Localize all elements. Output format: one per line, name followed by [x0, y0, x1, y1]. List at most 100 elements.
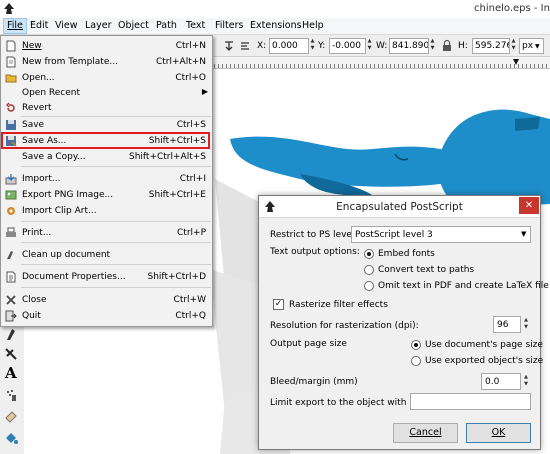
- resolution-field[interactable]: 96: [493, 316, 521, 333]
- menu-item-label: New: [22, 41, 42, 51]
- menu-item-export-png[interactable]: Export PNG Image... Shift+Ctrl+E: [1, 188, 212, 202]
- menu-item-label: Import...: [22, 174, 61, 184]
- chevron-down-icon[interactable]: ▼: [535, 43, 540, 50]
- menu-item-new[interactable]: New Ctrl+N: [1, 39, 212, 53]
- menu-item-label: Save a Copy...: [22, 152, 86, 162]
- menu-bar: File Edit View Layer Object Path Text Fi…: [0, 18, 550, 35]
- menu-item-label: Quit: [22, 311, 41, 321]
- new-document-icon: [6, 40, 16, 52]
- y-spinner[interactable]: ▲ ▼: [366, 38, 373, 54]
- h-field[interactable]: 595.276: [472, 38, 510, 54]
- chevron-down-icon[interactable]: ▼: [521, 230, 526, 238]
- import-icon: [5, 174, 17, 185]
- menu-item-shortcut: Ctrl+Alt+N: [155, 57, 206, 67]
- menu-layer[interactable]: Layer: [85, 20, 112, 31]
- menu-help[interactable]: Help: [302, 20, 324, 31]
- menu-item-import[interactable]: Import... Ctrl+I: [1, 172, 212, 186]
- menu-item-label: Print...: [22, 228, 52, 238]
- rasterize-filter-label: Rasterize filter effects: [289, 300, 388, 310]
- menu-separator: [21, 116, 211, 117]
- menu-item-shortcut: Ctrl+N: [175, 41, 206, 51]
- calligraphy-tool-icon[interactable]: [3, 326, 19, 342]
- submenu-arrow-icon: ▶: [201, 87, 208, 96]
- menu-separator: [21, 242, 211, 243]
- w-spinner[interactable]: ▲ ▼: [429, 38, 436, 54]
- omit-text-radio[interactable]: [364, 281, 374, 291]
- menu-item-open-recent[interactable]: Open Recent ▶: [1, 86, 212, 100]
- bleed-margin-field[interactable]: 0.0: [481, 373, 521, 390]
- print-icon: [6, 227, 16, 237]
- menu-view[interactable]: View: [55, 20, 78, 31]
- convert-text-label: Convert text to paths: [378, 265, 475, 275]
- menu-item-save-a-copy[interactable]: Save a Copy... Shift+Ctrl+Alt+S: [1, 150, 212, 164]
- file-menu: New Ctrl+N New from Template... Ctrl+Alt…: [0, 35, 213, 327]
- menu-item-label: Document Properties...: [22, 272, 126, 282]
- menu-separator: [21, 287, 211, 288]
- dialog-title: Encapsulated PostScript: [336, 201, 463, 213]
- object-id-field[interactable]: [410, 393, 531, 410]
- menu-item-print[interactable]: Print... Ctrl+P: [1, 226, 212, 240]
- menu-item-new-from-template[interactable]: New from Template... Ctrl+Alt+N: [1, 55, 212, 69]
- menu-item-shortcut: Ctrl+S: [176, 120, 206, 130]
- use-document-page-size-radio[interactable]: [411, 340, 421, 350]
- lower-to-bottom-icon[interactable]: [222, 39, 236, 53]
- x-spinner[interactable]: ▲ ▼: [309, 38, 316, 54]
- menu-text[interactable]: Text: [186, 20, 205, 31]
- pen-tool-icon[interactable]: [3, 346, 19, 362]
- menu-extensions[interactable]: Extensions: [250, 20, 302, 31]
- menu-item-quit[interactable]: Quit Ctrl+Q: [1, 309, 212, 323]
- menu-item-label: Revert: [22, 103, 52, 113]
- save-as-highlight-box: [1, 132, 210, 149]
- paint-bucket-icon[interactable]: [3, 430, 19, 446]
- toolbox: A: [0, 314, 24, 454]
- menu-item-save[interactable]: Save Ctrl+S: [1, 118, 212, 132]
- document-properties-icon: [6, 271, 16, 283]
- menu-item-shortcut: Ctrl+O: [175, 73, 206, 83]
- menu-object[interactable]: Object: [118, 20, 149, 31]
- bleed-margin-spinner[interactable]: ▲ ▼: [522, 374, 530, 389]
- spray-tool-icon[interactable]: [3, 387, 19, 403]
- dialog-close-button[interactable]: ✕: [519, 197, 539, 214]
- bleed-margin-label: Bleed/margin (mm): [270, 377, 358, 387]
- use-document-page-size-label: Use document's page size: [425, 340, 543, 350]
- cancel-button[interactable]: Cancel: [393, 423, 458, 443]
- omit-text-label: Omit text in PDF and create LaTeX file: [378, 281, 549, 291]
- menu-item-document-properties[interactable]: Document Properties... Shift+Ctrl+D: [1, 270, 212, 284]
- inkscape-logo-icon: [4, 3, 14, 14]
- convert-text-radio[interactable]: [364, 265, 374, 275]
- resolution-spinner[interactable]: ▲ ▼: [522, 317, 530, 332]
- lock-icon[interactable]: [440, 39, 454, 53]
- rasterize-filter-checkbox[interactable]: ✓: [273, 299, 284, 310]
- menu-item-import-clip-art[interactable]: Import Clip Art...: [1, 204, 212, 218]
- menu-item-clean-up-document[interactable]: Clean up document: [1, 248, 212, 262]
- dialog-title-bar: Encapsulated PostScript ✕: [259, 196, 540, 218]
- clean-up-icon: [7, 251, 13, 259]
- unit-select[interactable]: px: [519, 38, 544, 54]
- ok-button[interactable]: OK: [466, 423, 531, 443]
- x-field[interactable]: 0.000: [269, 38, 309, 54]
- align-icon[interactable]: [238, 39, 252, 53]
- menu-item-revert[interactable]: Revert: [1, 101, 212, 115]
- menu-item-close[interactable]: Close Ctrl+W: [1, 293, 212, 307]
- menu-file[interactable]: File: [3, 18, 27, 34]
- menu-filters[interactable]: Filters: [215, 20, 243, 31]
- x-label: X:: [257, 41, 267, 51]
- menu-edit[interactable]: Edit: [30, 20, 48, 31]
- use-object-size-radio[interactable]: [411, 356, 421, 366]
- h-spinner[interactable]: ▲ ▼: [510, 38, 517, 54]
- menu-item-open[interactable]: Open... Ctrl+O: [1, 71, 212, 85]
- text-tool-icon[interactable]: A: [5, 364, 17, 382]
- restrict-ps-level-label: Restrict to PS level:: [270, 230, 358, 240]
- menu-item-shortcut: Ctrl+P: [177, 228, 206, 238]
- menu-item-shortcut: Ctrl+W: [173, 295, 206, 305]
- window-title: chinelo.eps - In: [474, 3, 550, 14]
- output-page-size-label: Output page size: [270, 339, 347, 349]
- embed-fonts-radio[interactable]: [364, 249, 374, 259]
- y-field[interactable]: -0.000: [329, 38, 366, 54]
- menu-path[interactable]: Path: [156, 20, 177, 31]
- h-label: H:: [458, 41, 468, 51]
- eraser-tool-icon[interactable]: [3, 408, 19, 424]
- w-field[interactable]: 841.890: [389, 38, 429, 54]
- menu-item-label: Clean up document: [22, 250, 111, 260]
- ps-level-select[interactable]: PostScript level 3: [351, 226, 531, 243]
